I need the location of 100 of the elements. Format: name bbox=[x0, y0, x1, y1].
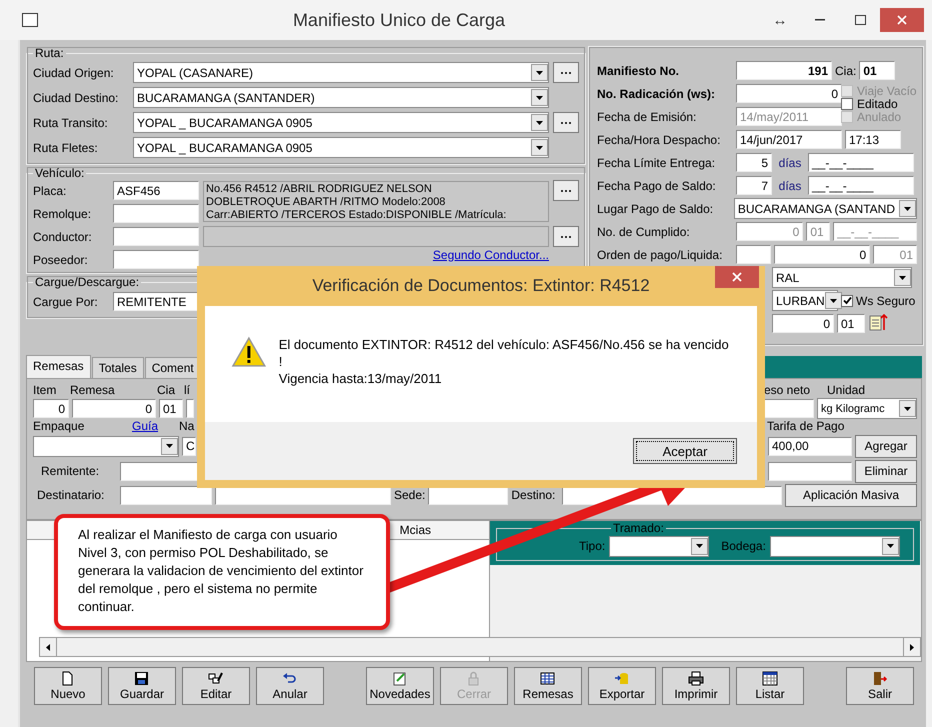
checkbox-label: Viaje Vacío bbox=[857, 84, 917, 98]
text-field[interactable]: 0 bbox=[774, 245, 870, 264]
combo-box[interactable]: kg Kilogramc bbox=[817, 398, 917, 419]
text-field[interactable]: 0 bbox=[33, 399, 69, 418]
combo-box[interactable]: YOPAL _ BUCARAMANGA 0905 bbox=[133, 112, 549, 133]
field-label: No. de Cumplido: bbox=[597, 224, 691, 238]
toolbar-button[interactable]: Salir bbox=[846, 667, 914, 705]
text-field[interactable] bbox=[113, 250, 199, 269]
lookup-button[interactable] bbox=[553, 226, 579, 247]
text-field[interactable]: REMITENTE bbox=[113, 292, 199, 311]
toolbar-button[interactable]: Guardar bbox=[108, 667, 176, 705]
caret-icon bbox=[830, 298, 837, 302]
text-field[interactable] bbox=[768, 462, 852, 480]
dropdown-button[interactable] bbox=[531, 64, 548, 81]
close-icon[interactable] bbox=[715, 266, 759, 288]
text-field[interactable]: 0 bbox=[736, 84, 842, 103]
lookup-button[interactable] bbox=[553, 180, 579, 201]
close-icon[interactable] bbox=[880, 8, 924, 32]
horizontal-scrollbar[interactable] bbox=[39, 637, 921, 657]
dropdown-button[interactable] bbox=[894, 269, 911, 286]
toolbar-button[interactable]: Remesas bbox=[514, 667, 582, 705]
text-field[interactable]: C bbox=[182, 436, 196, 456]
text-field[interactable] bbox=[113, 227, 199, 246]
text-field[interactable]: 01 bbox=[873, 245, 917, 264]
text-field[interactable] bbox=[186, 399, 194, 418]
dropdown-button[interactable] bbox=[824, 292, 842, 309]
field-label: Fecha/Hora Despacho: bbox=[597, 132, 722, 146]
field-label: Cia: bbox=[835, 64, 856, 78]
lookup-button[interactable] bbox=[553, 62, 579, 83]
dropdown-button[interactable] bbox=[531, 139, 548, 156]
text-field[interactable]: 400,00 bbox=[768, 436, 852, 456]
dropdown-button[interactable] bbox=[882, 538, 899, 554]
column-label: Item bbox=[33, 382, 58, 396]
dialog-message: El documento EXTINTOR: R4512 del vehículo: ASF456/No.456 se ha vencido ! bbox=[278, 336, 730, 370]
field-label: Poseedor: bbox=[33, 252, 89, 266]
checkbox-label: Anulado bbox=[857, 110, 902, 124]
combo-box[interactable] bbox=[770, 536, 900, 556]
resize-glyph[interactable]: ↔ bbox=[760, 8, 800, 32]
warning-icon bbox=[231, 336, 267, 368]
combo-box[interactable]: BUCARAMANGA (SANTANDER) bbox=[133, 87, 549, 108]
delete-button[interactable]: Eliminar bbox=[855, 460, 917, 482]
add-button[interactable]: Agregar bbox=[855, 434, 917, 458]
toolbar-button[interactable]: Nuevo bbox=[34, 667, 102, 705]
dropdown-button[interactable] bbox=[161, 438, 178, 454]
text-field[interactable]: 191 bbox=[736, 61, 832, 80]
guide-link[interactable]: Guía bbox=[132, 419, 176, 433]
toolbar-button[interactable]: Anular bbox=[256, 667, 324, 705]
toolbar-button[interactable]: Novedades bbox=[366, 667, 434, 705]
group-label: Ruta: bbox=[34, 46, 65, 60]
text-field[interactable]: __-__-____ bbox=[808, 153, 914, 172]
checkbox[interactable] bbox=[841, 98, 853, 110]
field-label: Ciudad Destino: bbox=[33, 90, 120, 104]
second-driver-link[interactable]: Segundo Conductor... bbox=[432, 248, 549, 262]
text-field[interactable] bbox=[113, 204, 199, 223]
text-field[interactable]: 01 bbox=[806, 222, 830, 241]
field-label: Fecha de Emisión: bbox=[597, 110, 698, 124]
field-label: Fecha Límite Entrega: bbox=[597, 156, 716, 170]
text-field[interactable] bbox=[736, 245, 772, 264]
toolbar-button[interactable]: Imprimir bbox=[662, 667, 730, 705]
text-field[interactable]: 14/jun/2017 bbox=[736, 130, 842, 149]
text-field[interactable]: ASF456 bbox=[113, 181, 199, 200]
text-field[interactable]: 17:13 bbox=[845, 130, 901, 149]
combo-box[interactable]: YOPAL (CASANARE) bbox=[133, 62, 549, 83]
text-field[interactable]: 0 bbox=[72, 399, 156, 418]
text-field[interactable]: __-__-____ bbox=[808, 176, 914, 195]
combo-box[interactable]: YOPAL _ BUCARAMANGA 0905 bbox=[133, 137, 549, 158]
tab[interactable]: Remesas bbox=[26, 355, 91, 378]
field-label: Sede: bbox=[394, 488, 426, 502]
text-field[interactable]: 5 bbox=[736, 153, 772, 172]
dropdown-button[interactable] bbox=[691, 538, 708, 554]
dialog-title: Verificación de Documentos: Extintor: R4512 bbox=[312, 276, 650, 296]
dropdown-button[interactable] bbox=[899, 200, 916, 217]
tab[interactable]: Totales bbox=[92, 357, 144, 378]
toolbar-button[interactable]: Editar bbox=[182, 667, 250, 705]
toolbar-button[interactable]: Exportar bbox=[588, 667, 656, 705]
dropdown-button[interactable] bbox=[899, 400, 916, 417]
text-field[interactable]: 01 bbox=[859, 61, 896, 80]
text-field[interactable]: 0 bbox=[772, 314, 834, 333]
text-field[interactable]: __-__-____ bbox=[833, 222, 917, 241]
text-field[interactable]: 01 bbox=[159, 399, 183, 418]
text-field[interactable] bbox=[120, 486, 212, 504]
field-label: Bodega: bbox=[721, 539, 766, 553]
dropdown-button[interactable] bbox=[531, 89, 548, 106]
toolbar-button[interactable]: Listar bbox=[736, 667, 804, 705]
text-field[interactable]: 0 bbox=[736, 222, 804, 241]
combo-box[interactable]: RAL bbox=[772, 267, 912, 288]
field-label: Remitente: bbox=[40, 464, 100, 478]
text-field[interactable]: 7 bbox=[736, 176, 772, 195]
column-header: Mcias bbox=[400, 523, 431, 537]
column-label: Remesa bbox=[70, 382, 116, 396]
bulk-apply-button[interactable]: Aplicación Masiva bbox=[785, 484, 917, 506]
note-icon bbox=[392, 671, 408, 687]
combo-box[interactable] bbox=[609, 536, 710, 556]
combo-box[interactable]: BUCARAMANGA (SANTAND bbox=[734, 198, 917, 219]
dropdown-button[interactable] bbox=[531, 114, 548, 131]
checkbox[interactable] bbox=[841, 294, 853, 306]
text-field[interactable]: 01 bbox=[837, 314, 865, 333]
lookup-button[interactable] bbox=[553, 112, 579, 133]
checkbox-label: Ws Seguro bbox=[856, 294, 916, 308]
accept-button[interactable]: Aceptar bbox=[633, 438, 737, 464]
